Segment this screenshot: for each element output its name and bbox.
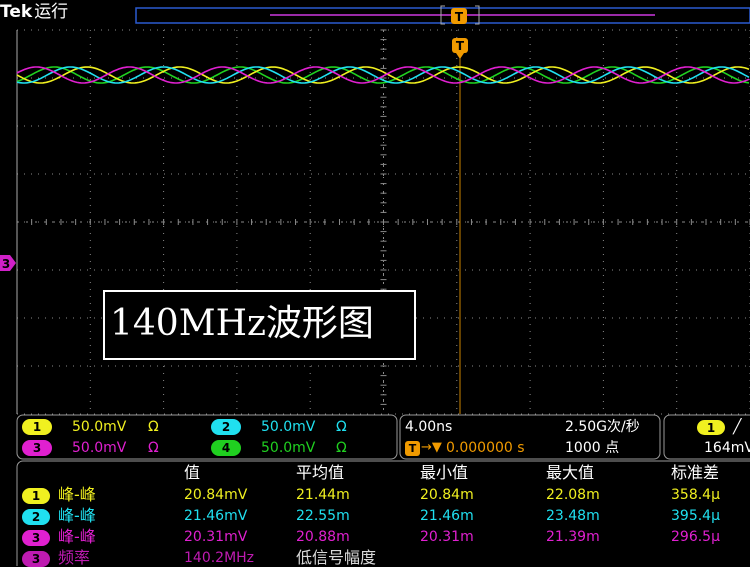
measurement-cell: 22.08m <box>546 487 600 503</box>
channel-2-badge[interactable]: 2 <box>211 419 241 435</box>
measurement-cell: 22.55m <box>296 508 350 524</box>
measurement-cell: 20.84mV <box>184 487 248 503</box>
trigger-position-icon: T <box>405 441 420 456</box>
measurement-type: 峰-峰 <box>58 527 96 546</box>
measurement-cell: 23.48m <box>546 508 600 524</box>
measurements-panel[interactable] <box>16 460 750 566</box>
measurement-cell: 296.5μ <box>671 529 720 545</box>
measurement-cell: 20.31m <box>420 529 474 545</box>
trigger-source-badge[interactable]: 1 <box>697 420 725 435</box>
trigger-marker-main: T <box>452 38 468 59</box>
overlay-label: 140MHz波形图 <box>110 303 374 344</box>
display-svg: T T 3 <box>0 5 750 566</box>
measurement-source-badge[interactable]: 3 <box>22 530 50 546</box>
measurement-cell: 20.84m <box>420 487 474 503</box>
channel-4-badge[interactable]: 4 <box>211 440 241 456</box>
measurement-header: 标准差 <box>671 463 720 482</box>
channel-3-marker-text: 3 <box>2 257 10 271</box>
measurement-source-badge[interactable]: 2 <box>22 509 50 525</box>
channel-3-termination: Ω <box>148 440 159 456</box>
measurement-header: 平均值 <box>296 463 345 482</box>
channel-1-scale: 50.0mV <box>72 419 127 435</box>
channel-3-scale: 50.0mV <box>72 440 127 456</box>
measurement-header: 最大值 <box>546 463 595 482</box>
record-length: 1000 点 <box>565 440 620 456</box>
measurement-header: 最小值 <box>420 463 469 482</box>
oscilloscope-screen: Tek 运行 T T 3 140MHz波形图 1 50.0mV Ω 2 50.0… <box>0 0 750 567</box>
measurement-cell: 低信号幅度 <box>296 548 377 567</box>
channel-2-termination: Ω <box>336 419 347 435</box>
trigger-marker-top: T <box>451 8 467 24</box>
channel-2-scale: 50.0mV <box>261 419 316 435</box>
measurement-cell: 20.88m <box>296 529 350 545</box>
trigger-marker-main-text: T <box>456 39 465 53</box>
channel-1-termination: Ω <box>148 419 159 435</box>
measurement-cell: 358.4μ <box>671 487 720 503</box>
measurement-cell: 395.4μ <box>671 508 720 524</box>
measurement-cell: 20.31mV <box>184 529 248 545</box>
measurement-cell: 21.44m <box>296 487 350 503</box>
trigger-level: 164mV <box>704 440 750 456</box>
measurement-source-badge[interactable]: 1 <box>22 488 50 504</box>
measurement-cell: 21.46m <box>420 508 474 524</box>
measurement-type: 频率 <box>58 548 91 567</box>
channel-3-marker[interactable]: 3 <box>0 255 16 271</box>
sample-rate: 2.50G次/秒 <box>565 419 640 435</box>
trigger-position-value: 0.000000 s <box>446 440 525 456</box>
measurement-cell: 21.39m <box>546 529 600 545</box>
measurement-source-badge[interactable]: 3 <box>22 551 50 567</box>
measurement-header: 值 <box>184 463 201 482</box>
trigger-marker-top-text: T <box>455 10 464 24</box>
timebase-scale: 4.00ns <box>405 419 453 435</box>
measurement-type: 峰-峰 <box>58 506 96 525</box>
channel-1-badge[interactable]: 1 <box>22 419 52 435</box>
trigger-position-arrow: →▼ <box>421 440 442 455</box>
measurement-cell: 140.2MHz <box>184 550 255 566</box>
channel-3-badge[interactable]: 3 <box>22 440 52 456</box>
measurement-type: 峰-峰 <box>58 485 96 504</box>
measurement-cell: 21.46mV <box>184 508 248 524</box>
channel-4-scale: 50.0mV <box>261 440 316 456</box>
trigger-slope-icon: ╱ <box>733 419 742 435</box>
channel-4-termination: Ω <box>336 440 347 456</box>
